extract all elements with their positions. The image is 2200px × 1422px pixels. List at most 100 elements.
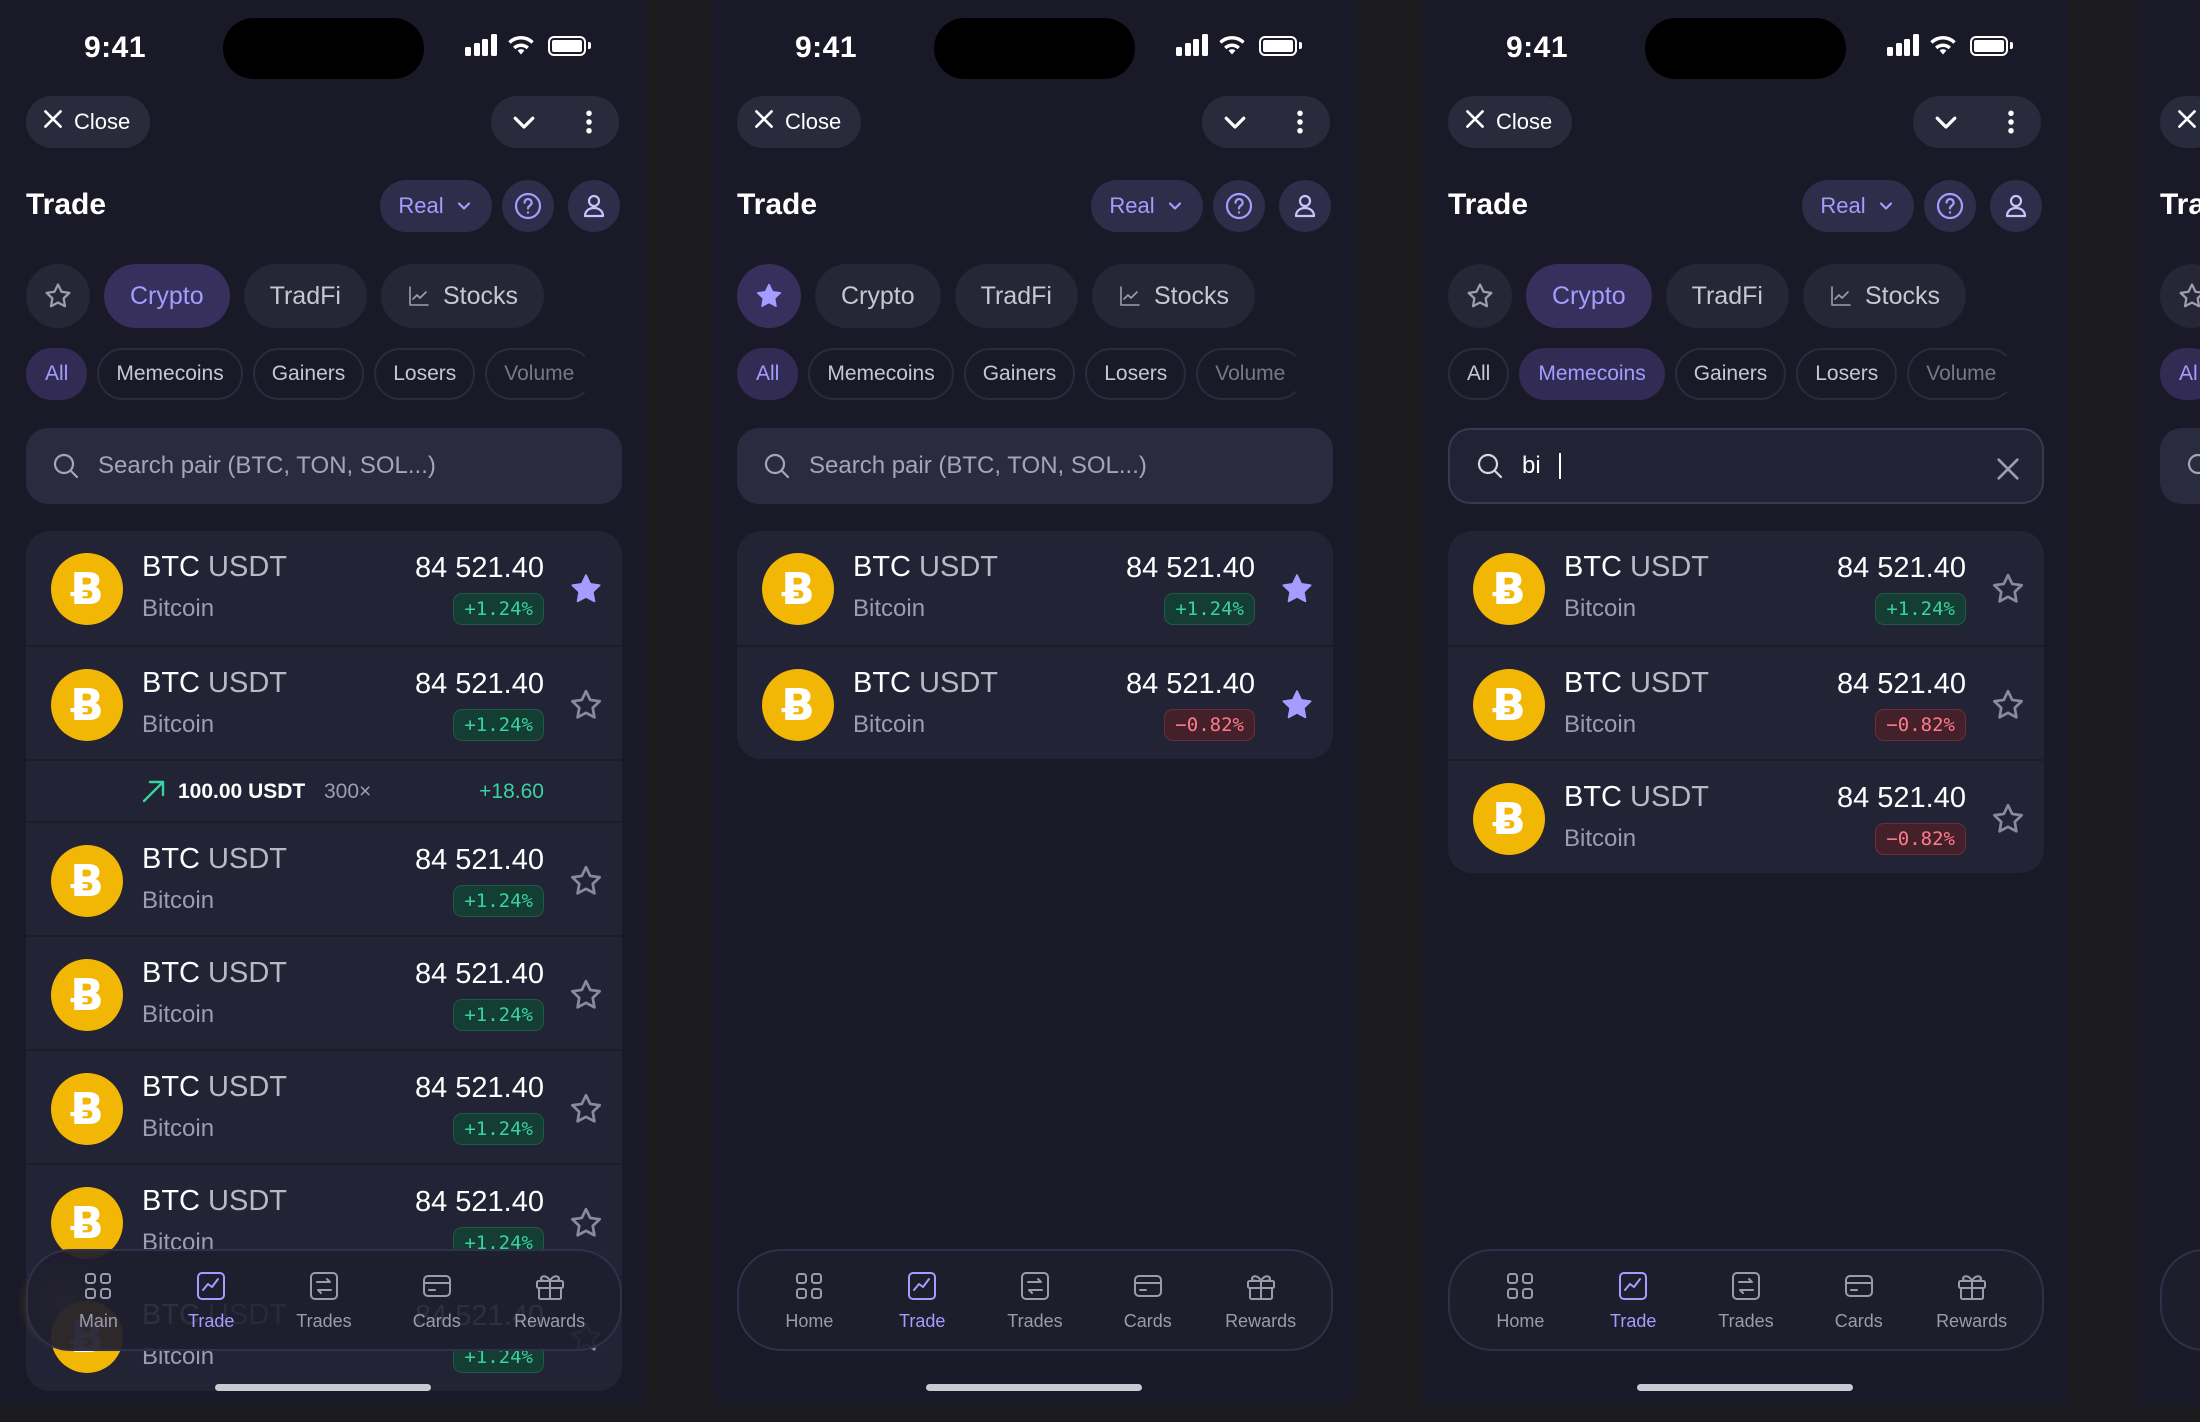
search-input[interactable] <box>2160 428 2200 504</box>
position-amount: 100.00 USDT <box>178 780 306 803</box>
tab-favorites[interactable] <box>2160 264 2200 328</box>
filter-memecoins[interactable]: Memecoins <box>1519 348 1665 400</box>
nav-main[interactable]: Main <box>48 1269 148 1332</box>
pair-symbol: BTC USDT <box>1564 781 1709 814</box>
tab-stocks[interactable]: Stocks <box>1802 264 1966 328</box>
star-icon[interactable] <box>568 977 604 1013</box>
nav-rewards[interactable]: Rewards <box>1922 1269 2022 1332</box>
tab-favorites[interactable] <box>737 264 801 328</box>
star-icon[interactable] <box>568 1205 604 1241</box>
nav-home[interactable]: Home <box>1470 1269 1570 1332</box>
list-item[interactable]: Ƀ BTC USDT Bitcoin 84 521.40 +1.24% <box>26 531 622 645</box>
nav-cards[interactable]: Cards <box>1809 1269 1909 1332</box>
clear-icon[interactable] <box>1992 453 2019 480</box>
help-button[interactable] <box>1213 180 1265 232</box>
filter-memecoins[interactable]: Memecoins <box>97 348 243 400</box>
nav-trades[interactable]: Trades <box>1696 1269 1796 1332</box>
card-icon <box>1842 1269 1876 1303</box>
nav-cards[interactable]: Cards <box>1098 1269 1198 1332</box>
tab-tradfi[interactable]: TradFi <box>954 264 1078 328</box>
filter-all[interactable]: All <box>737 348 799 400</box>
account-mode-select[interactable]: Real <box>380 180 492 232</box>
help-button[interactable] <box>1924 180 1976 232</box>
profile-button[interactable] <box>568 180 620 232</box>
close-button[interactable] <box>2160 96 2200 148</box>
filter-memecoins[interactable]: Memecoins <box>808 348 954 400</box>
account-mode-select[interactable]: Real <box>1802 180 1914 232</box>
list-item[interactable]: Ƀ BTC USDT Bitcoin 84 521.40 +1.24% <box>26 645 622 759</box>
star-icon[interactable] <box>568 687 604 723</box>
list-item[interactable]: Ƀ BTC USDT Bitcoin 84 521.40 +1.24% <box>26 935 622 1049</box>
nav-trade[interactable]: Trade <box>872 1269 972 1332</box>
star-filled-icon[interactable] <box>1279 571 1315 607</box>
star-icon[interactable] <box>568 863 604 899</box>
tab-crypto[interactable]: Crypto <box>1526 264 1652 328</box>
filter-chips: All Memecoins Gainers Losers Volume <box>26 348 594 400</box>
open-position-row[interactable]: 100.00 USDT 300× +18.60 <box>26 759 622 821</box>
list-item[interactable]: Ƀ BTC USDT Bitcoin 84 521.40 +1.24% <box>737 531 1333 645</box>
star-icon[interactable] <box>1990 801 2026 837</box>
more-options-icon[interactable] <box>1996 107 2026 137</box>
search-input[interactable]: Search pair (BTC, TON, SOL...) <box>737 428 1333 504</box>
list-item[interactable]: Ƀ BTC USDT Bitcoin 84 521.40 +1.24% <box>1448 531 2044 645</box>
list-item[interactable]: Ƀ BTC USDT Bitcoin 84 521.40 −0.82% <box>1448 759 2044 873</box>
close-button[interactable]: Close <box>26 96 151 148</box>
list-item[interactable]: Ƀ BTC USDT Bitcoin 84 521.40 +1.24% <box>26 1049 622 1163</box>
filter-losers[interactable]: Losers <box>1085 348 1187 400</box>
filter-gainers[interactable]: Gainers <box>963 348 1076 400</box>
account-mode-select[interactable]: Real <box>1091 180 1203 232</box>
nav-trade[interactable]: Trade <box>161 1269 261 1332</box>
star-icon[interactable] <box>1990 571 2026 607</box>
nav-trades[interactable]: Trades <box>274 1269 374 1332</box>
chart-line-icon <box>1616 1269 1650 1303</box>
filter-volume[interactable]: Volume <box>1907 348 2016 400</box>
filter-all[interactable]: Al <box>2160 348 2200 400</box>
chevron-down-icon[interactable] <box>509 107 539 137</box>
filter-volume[interactable]: Volume <box>1196 348 1305 400</box>
filter-gainers[interactable]: Gainers <box>252 348 365 400</box>
nav-rewards[interactable]: Rewards <box>1211 1269 1311 1332</box>
list-item[interactable]: Ƀ BTC USDT Bitcoin 84 521.40 −0.82% <box>737 645 1333 759</box>
filter-all[interactable]: All <box>1448 348 1510 400</box>
tab-tradfi[interactable]: TradFi <box>1665 264 1789 328</box>
chevron-down-icon[interactable] <box>1931 107 1961 137</box>
star-filled-icon[interactable] <box>568 571 604 607</box>
nav-trades[interactable]: Trades <box>985 1269 1085 1332</box>
tab-stocks[interactable]: Stocks <box>380 264 544 328</box>
nav-trade[interactable]: Trade <box>1583 1269 1683 1332</box>
chevron-down-icon <box>1876 196 1896 216</box>
filter-volume[interactable]: Volume <box>485 348 594 400</box>
filter-losers[interactable]: Losers <box>1796 348 1898 400</box>
search-input[interactable]: bi <box>1448 428 2044 504</box>
filter-gainers[interactable]: Gainers <box>1674 348 1787 400</box>
filter-losers[interactable]: Losers <box>374 348 476 400</box>
filter-all[interactable]: All <box>26 348 88 400</box>
tab-crypto[interactable]: Crypto <box>815 264 941 328</box>
tab-favorites[interactable] <box>1448 264 1512 328</box>
list-item[interactable]: Ƀ BTC USDT Bitcoin 84 521.40 +1.24% <box>26 821 622 935</box>
more-options-icon[interactable] <box>574 107 604 137</box>
nav-label: Trade <box>188 1310 235 1331</box>
list-item[interactable]: Ƀ BTC USDT Bitcoin 84 521.40 −0.82% <box>1448 645 2044 759</box>
profile-button[interactable] <box>1990 180 2042 232</box>
tab-favorites[interactable] <box>26 264 90 328</box>
nav-home[interactable]: Home <box>759 1269 859 1332</box>
star-icon[interactable] <box>568 1091 604 1127</box>
star-icon[interactable] <box>1990 687 2026 723</box>
svg-text:Ƀ: Ƀ <box>70 856 104 907</box>
tab-stocks[interactable]: Stocks <box>1091 264 1255 328</box>
nav-cards[interactable]: Cards <box>387 1269 487 1332</box>
close-button[interactable]: Close <box>737 96 862 148</box>
nav-rewards[interactable]: Rewards <box>500 1269 600 1332</box>
user-icon <box>1289 190 1321 222</box>
search-input[interactable]: Search pair (BTC, TON, SOL...) <box>26 428 622 504</box>
more-options-icon[interactable] <box>1285 107 1315 137</box>
tab-crypto[interactable]: Crypto <box>104 264 230 328</box>
chart-line-icon <box>194 1269 228 1303</box>
profile-button[interactable] <box>1279 180 1331 232</box>
close-button[interactable]: Close <box>1448 96 1573 148</box>
chevron-down-icon[interactable] <box>1220 107 1250 137</box>
help-button[interactable] <box>502 180 554 232</box>
star-filled-icon[interactable] <box>1279 687 1315 723</box>
tab-tradfi[interactable]: TradFi <box>243 264 367 328</box>
